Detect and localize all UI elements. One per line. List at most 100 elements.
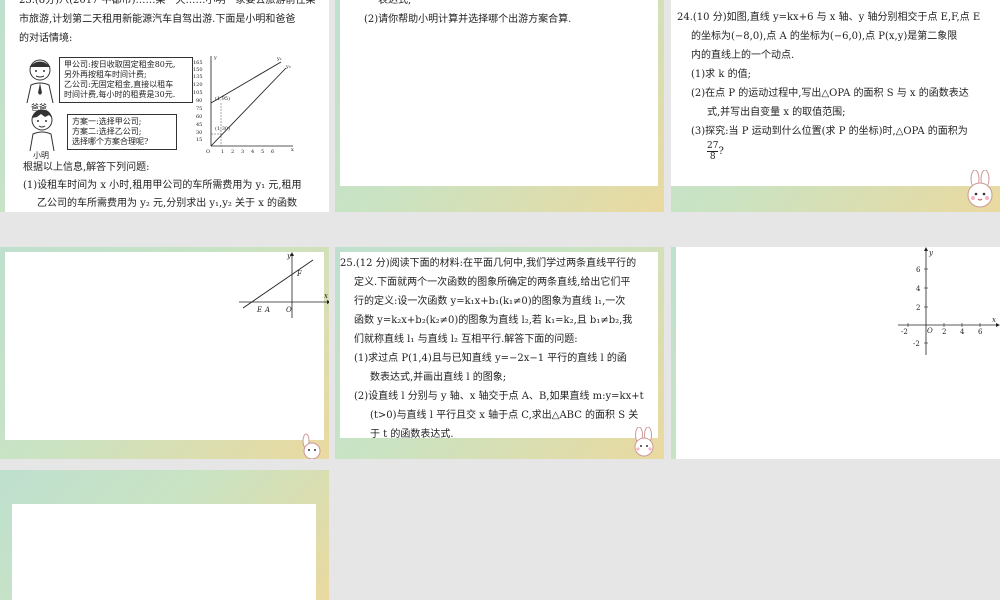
graph1-y1-label: y₁ bbox=[276, 56, 282, 62]
slide-6-ytick: -2 bbox=[913, 340, 920, 348]
dialog-plans-line-2: 方案二:选择乙公司; bbox=[72, 127, 142, 136]
slide-1-line-3: 的对话情境: bbox=[19, 33, 73, 44]
slide-thumbnail-4[interactable]: y x F E A O bbox=[0, 247, 329, 459]
slide-3-fraction-line: 27 8 ? bbox=[677, 141, 1000, 162]
slide-5-line-7: 数表达式,并画出直线 l 的图象; bbox=[370, 372, 507, 383]
dialog-plans-line-3: 选择哪个方案合理呢? bbox=[72, 137, 149, 146]
fraction-numerator: 27 bbox=[707, 141, 719, 152]
slide-4-F-label: F bbox=[296, 270, 303, 278]
graph1-xlabel: x bbox=[291, 147, 294, 153]
slide-1-line-6: 乙公司的车所需费用为 y₂ 元,分别求出 y₁,y₂ 关于 x 的函数 bbox=[37, 198, 298, 209]
dialog-company-line-3: 乙公司:无固定租金,直接以租车 bbox=[64, 80, 174, 89]
slide-4-x-label: x bbox=[324, 292, 328, 300]
bunny-mascot-icon bbox=[967, 170, 993, 208]
slide-4-E-label: E bbox=[256, 306, 262, 314]
slide-7-sheet bbox=[12, 504, 316, 600]
slide-6-y-label: y bbox=[928, 249, 934, 257]
dialog-box-plans: 方案一:选择甲公司; 方案二:选择乙公司; 选择哪个方案合理呢? bbox=[67, 114, 177, 150]
slide-thumbnail-7[interactable] bbox=[0, 470, 329, 600]
slide-thumbnail-2[interactable]: 表达式; (2)请你帮助小明计算并选择哪个出游方案合算. bbox=[335, 0, 664, 212]
slide-4-A-label: A bbox=[264, 306, 270, 314]
slide-3-line-3: 内的直线上的一个动点. bbox=[691, 50, 795, 61]
slide-6-ytick: 4 bbox=[916, 285, 921, 293]
fraction-tail: ? bbox=[718, 146, 724, 157]
slide-thumbnail-1[interactable]: 23.(8分)八(2017 中都市)……某一天……小明一家要去旅游前往某 市旅游… bbox=[0, 0, 329, 212]
graph1-ytick: 30 bbox=[196, 130, 202, 136]
slide-6-ytick: 6 bbox=[916, 266, 921, 274]
graph1-line-y2 bbox=[210, 67, 287, 147]
slide-5-sheet: 25.(12 分)阅读下面的材料:在平面几何中,我们学过两条直线平行的 定义.下… bbox=[340, 252, 658, 440]
slide-6-xtick: 4 bbox=[960, 328, 965, 336]
slide-6-origin: O bbox=[927, 327, 933, 335]
bunny-mascot-icon bbox=[634, 427, 654, 457]
slide-3-line-4: (1)求 k 的值; bbox=[691, 69, 751, 80]
graph1-xtick: 5 bbox=[261, 149, 264, 155]
graph1-xtick: 3 bbox=[241, 149, 244, 155]
slide-5-line-10: 于 t 的函数表达式. bbox=[370, 429, 454, 440]
graph1-xtick: 6 bbox=[271, 149, 274, 155]
slide-5-line-2: 定义.下面就两个一次函数的图象所确定的两条直线,给出它们平 bbox=[354, 277, 631, 288]
slide-2-sheet: 表达式; (2)请你帮助小明计算并选择哪个出游方案合算. bbox=[340, 0, 658, 186]
slide-1-sheet: 23.(8分)八(2017 中都市)……某一天……小明一家要去旅游前往某 市旅游… bbox=[5, 0, 329, 212]
slide-3-line-7: (3)探究:当 P 运动到什么位置(求 P 的坐标)时,△OPA 的面积为 bbox=[691, 126, 968, 137]
slide-3-line-5: (2)在点 P 的运动过程中,写出△OPA 的面积 S 与 x 的函数表达 bbox=[691, 88, 969, 99]
slide-5-line-8: (2)设直线 l 分别与 y 轴、x 轴交于点 A、B,如果直线 m:y=kx+… bbox=[354, 391, 644, 402]
slide-2-line-2: (2)请你帮助小明计算并选择哪个出游方案合算. bbox=[364, 14, 572, 25]
slide-3-line-6: 式,并写出自变量 x 的取值范围; bbox=[707, 107, 846, 118]
dialog-company-line-1: 甲公司:按日收取固定租金80元, bbox=[64, 60, 176, 69]
slide-5-line-5: 们就称直线 l₁ 与直线 l₂ 互相平行.解答下面的问题: bbox=[354, 334, 578, 345]
slide-5-line-1: 25.(12 分)阅读下面的材料:在平面几何中,我们学过两条直线平行的 bbox=[340, 258, 637, 269]
graph1-xtick: 4 bbox=[251, 149, 254, 155]
slide-6-ytick: 2 bbox=[916, 304, 920, 312]
slide-3-sheet: 24.(10 分)如图,直线 y=kx+6 与 x 轴、y 轴分别相交于点 E,… bbox=[671, 0, 1000, 186]
slide-thumbnail-5[interactable]: 25.(12 分)阅读下面的材料:在平面几何中,我们学过两条直线平行的 定义.下… bbox=[335, 247, 664, 459]
dialog-plans-line-1: 方案一:选择甲公司; bbox=[72, 117, 142, 126]
slide-4-line-graph: y x F E A O bbox=[239, 252, 329, 318]
cost-function-graph: 165 150 135 120 105 90 75 60 45 30 15 1 … bbox=[193, 55, 294, 155]
slide-thumbnail-3[interactable]: 24.(10 分)如图,直线 y=kx+6 与 x 轴、y 轴分别相交于点 E,… bbox=[671, 0, 1000, 212]
dialog-company-line-4: 时间计费,每小时的租费是30元. bbox=[64, 90, 176, 99]
graph1-line-y1 bbox=[210, 61, 282, 104]
slide-4-straight-line bbox=[242, 259, 314, 309]
graph1-ytick: 105 bbox=[193, 90, 203, 96]
slide-5-line-9: (t>0)与直线 l 平行且交 x 轴于点 C,求出△ABC 的面积 S 关 bbox=[370, 410, 639, 421]
graph1-ytick: 165 bbox=[193, 60, 203, 66]
slide-6-x-label: x bbox=[992, 316, 996, 324]
dialog-box-company: 甲公司:按日收取固定租金80元, 另外再按租车时间计费; 乙公司:无固定租金,直… bbox=[59, 57, 193, 103]
fraction-denominator: 8 bbox=[709, 152, 716, 162]
slide-2-line-1: 表达式; bbox=[378, 0, 412, 6]
graph1-ytick: 120 bbox=[193, 82, 203, 88]
slide-5-line-6: (1)求过点 P(1,4)且与已知直线 y=−2x−1 平行的直线 l 的函 bbox=[354, 353, 627, 364]
slide-6-coordinate-grid: y x O 6 4 2 -2 -2 2 4 6 bbox=[898, 247, 1000, 355]
graph1-ytick: 75 bbox=[196, 106, 202, 112]
slide-5-line-3: 行的定义:设一次函数 y=k₁x+b₁(k₁≠0)的图象为直线 l₁,一次 bbox=[354, 296, 626, 307]
slide-1-line-4: 根据以上信息,解答下列问题: bbox=[23, 162, 150, 173]
slide-thumbnail-6[interactable]: y x O 6 4 2 -2 -2 2 4 6 bbox=[671, 247, 1000, 459]
slide-4-O-label: O bbox=[286, 306, 292, 314]
slide-1-line-2: 市旅游,计划第二天租用新能源汽车自驾出游.下面是小明和爸爸 bbox=[19, 14, 296, 25]
graph1-ytick: 135 bbox=[193, 74, 203, 80]
graph1-ylabel: y bbox=[213, 55, 217, 61]
slide-3-line-2: 的坐标为(−8,0),点 A 的坐标为(−6,0),点 P(x,y)是第二象限 bbox=[691, 31, 958, 42]
slide-1-line-5: (1)设租车时间为 x 小时,租用甲公司的车所需费用为 y₁ 元,租用 bbox=[23, 180, 302, 191]
graph1-ytick: 15 bbox=[196, 137, 202, 143]
slide-5-line-4: 函数 y=k₂x+b₂(k₂≠0)的图象为直线 l₂,若 k₁=k₂,且 b₁≠… bbox=[354, 315, 633, 326]
bunny-mascot-icon bbox=[302, 433, 321, 459]
graph1-xtick: 1 bbox=[221, 149, 224, 155]
graph1-xtick: 2 bbox=[231, 149, 234, 155]
slide-6-sheet: y x O 6 4 2 -2 -2 2 4 6 bbox=[676, 247, 1000, 459]
slide-6-xtick: -2 bbox=[901, 328, 908, 336]
graph1-ytick: 45 bbox=[196, 122, 202, 128]
graph1-ytick: 90 bbox=[196, 98, 202, 104]
slide-4-sheet: y x F E A O bbox=[5, 252, 329, 440]
slide-6-xtick: 6 bbox=[978, 328, 983, 336]
dad-illustration bbox=[26, 59, 54, 103]
dialog-company-line-2: 另外再按租车时间计费; bbox=[64, 70, 147, 79]
graph1-origin: O bbox=[206, 149, 210, 155]
slide-3-line-1: 24.(10 分)如图,直线 y=kx+6 与 x 轴、y 轴分别相交于点 E,… bbox=[677, 12, 981, 23]
graph1-y2-label: y₂ bbox=[285, 64, 291, 70]
slide-6-xtick: 2 bbox=[942, 328, 946, 336]
fraction-27-8: 27 8 bbox=[707, 141, 719, 162]
slide-1-line-top: 23.(8分)八(2017 中都市)……某一天……小明一家要去旅游前往某 bbox=[19, 0, 316, 6]
graph1-ytick: 60 bbox=[196, 114, 202, 120]
